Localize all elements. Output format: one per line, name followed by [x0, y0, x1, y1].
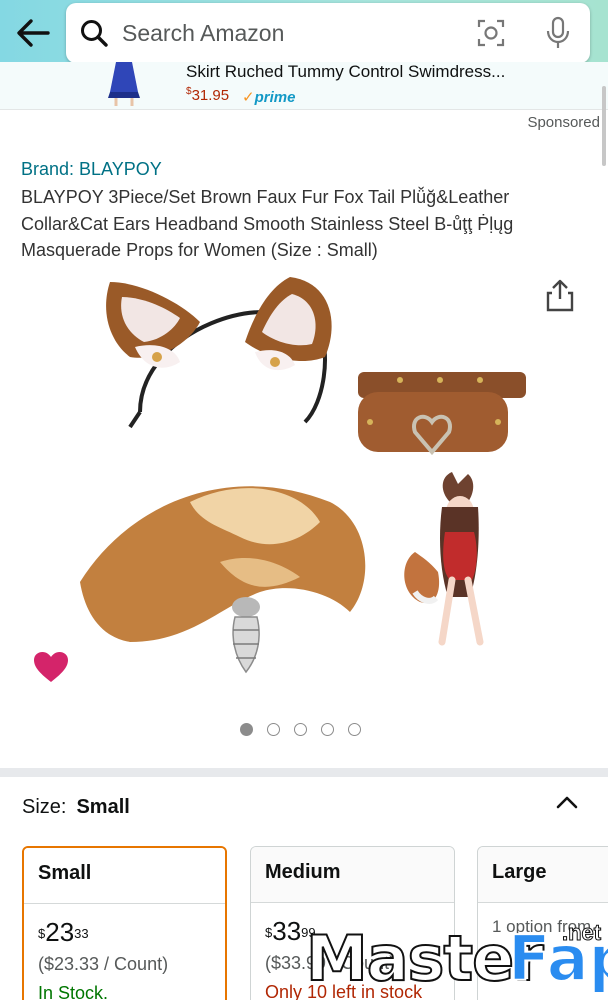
search-box[interactable]	[66, 3, 590, 63]
leather-collar-illustration	[358, 372, 526, 456]
camera-scan-icon[interactable]	[476, 18, 506, 48]
watermark-logo: Master Fap .net	[305, 920, 608, 997]
size-option-name: Medium	[251, 847, 454, 903]
search-icon	[81, 20, 108, 47]
carousel-dot-2[interactable]	[267, 723, 280, 736]
share-icon[interactable]	[544, 277, 576, 313]
scrollbar[interactable]	[602, 86, 606, 166]
size-option-stock: In Stock.	[38, 983, 109, 1000]
ad-title[interactable]: Skirt Ruched Tummy Control Swimdress...	[186, 62, 505, 82]
fox-tail-illustration	[80, 486, 366, 674]
ad-product-thumbnail	[108, 62, 140, 106]
back-button[interactable]	[14, 14, 52, 52]
size-option-name: Small	[24, 848, 225, 904]
carousel-dot-5[interactable]	[348, 723, 361, 736]
carousel-dot-3[interactable]	[294, 723, 307, 736]
brand-link[interactable]: Brand: BLAYPOY	[21, 159, 162, 180]
size-selector-header[interactable]: Size: Small	[22, 796, 130, 819]
image-carousel-dots[interactable]	[240, 723, 361, 736]
size-option-small[interactable]: Small $2333 ($23.33 / Count) In Stock.	[22, 846, 227, 1000]
size-option-unit-price: ($23.33 / Count)	[38, 954, 169, 974]
microphone-icon[interactable]	[544, 16, 572, 50]
favorite-heart-icon[interactable]	[32, 650, 70, 684]
prime-badge: ✓prime	[242, 89, 296, 106]
search-input[interactable]	[122, 15, 462, 51]
size-option-name: Large	[478, 847, 608, 903]
cat-ears-headband-illustration	[106, 277, 332, 429]
ad-price: $31.95	[186, 86, 230, 104]
size-selected-value: Small	[76, 796, 130, 818]
product-title: BLAYPOY 3Piece/Set Brown Faux Fur Fox Ta…	[21, 187, 514, 260]
size-option-price: $2333	[38, 917, 89, 947]
back-arrow-icon	[17, 19, 50, 47]
sponsored-label: Sponsored	[527, 114, 600, 131]
sponsored-ad-strip[interactable]: Skirt Ruched Tummy Control Swimdress... …	[0, 62, 608, 110]
carousel-dot-4[interactable]	[321, 723, 334, 736]
size-label: Size:	[22, 796, 67, 818]
carousel-dot-1[interactable]	[240, 723, 253, 736]
product-image[interactable]	[70, 262, 540, 702]
section-divider	[0, 768, 608, 777]
fox-girl-illustration	[404, 472, 484, 646]
chevron-up-icon[interactable]	[555, 794, 579, 810]
prime-check-icon: ✓	[242, 89, 255, 106]
